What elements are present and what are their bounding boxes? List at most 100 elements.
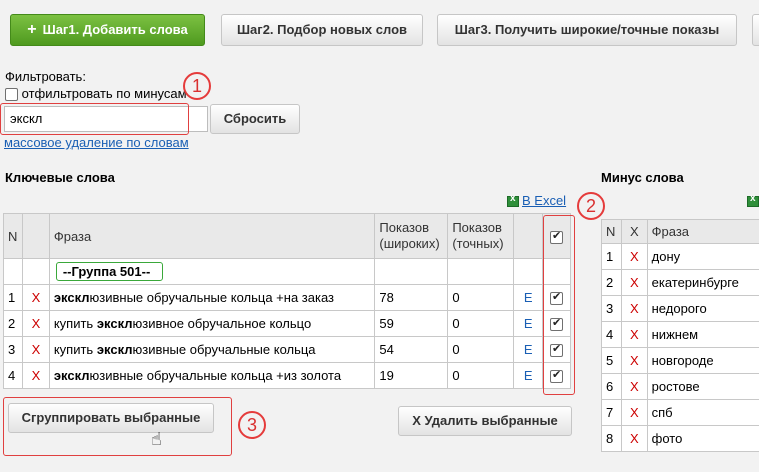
phrase-rest: юзивные обручальные кольца +из золота [89, 368, 342, 383]
keywords-table: N Фраза Показов (широких) Показов (точных)… [3, 213, 571, 389]
filter-input-highlight [0, 103, 189, 135]
filter-label: Фильтровать: [5, 69, 86, 84]
group-row: --Группа 501-- [3, 258, 571, 285]
next-step-button[interactable] [752, 14, 759, 46]
minus-row-number: 1 [601, 243, 622, 270]
delete-selected-button[interactable]: X Удалить выбранные [398, 406, 572, 436]
reset-button[interactable]: Сбросить [210, 104, 300, 134]
phrase-match: экскл [96, 316, 133, 331]
edit-button[interactable]: E [513, 336, 544, 363]
minus-phrase: новгороде [646, 347, 759, 374]
row-number: 1 [3, 284, 23, 311]
minus-row: 3 Xнедорого [601, 295, 759, 322]
minus-title: Минус слова [601, 170, 684, 185]
minus-phrase: недорого [646, 295, 759, 322]
group-button-highlight [3, 397, 232, 456]
minus-row-number: 8 [601, 425, 622, 452]
plus-icon: + [27, 21, 37, 38]
minus-row-number: 6 [601, 373, 622, 400]
minus-row: 1 Xдону [601, 243, 759, 270]
exact-impressions: 0 [447, 310, 515, 337]
minus-phrase: фото [646, 425, 759, 452]
exact-impressions: 0 [447, 284, 515, 311]
col-broad: Показов (широких) [374, 213, 449, 259]
step2-select-words-button[interactable]: Шаг2. Подбор новых слов [221, 14, 423, 46]
keyword-row: 1 Xэксклюзивные обручальные кольца +на за… [3, 284, 571, 311]
edit-button[interactable]: E [513, 310, 544, 337]
minus-delete-x-button[interactable]: X [620, 321, 648, 348]
broad-impressions: 54 [374, 336, 449, 363]
minus-row: 2 Xекатеринбурге [601, 269, 759, 296]
step3-get-impressions-button[interactable]: Шаг3. Получить широкие/точные показы [437, 14, 737, 46]
excel-export-link[interactable]: В Excel [507, 193, 566, 208]
keyword-row: 3 Xкупить эксклюзивные обручальные кольца… [3, 336, 571, 363]
edit-button[interactable]: E [513, 284, 544, 311]
minus-row-number: 2 [601, 269, 622, 296]
minus-filter-label: отфильтровать по минусам [21, 86, 187, 101]
minus-filter-checkbox[interactable] [5, 88, 18, 102]
minus-filter-row: отфильтровать по минусам [5, 86, 187, 102]
delete-x-button[interactable]: X [21, 284, 50, 311]
minus-phrase: дону [646, 243, 759, 270]
minus-delete-x-button[interactable]: X [620, 399, 648, 426]
minus-delete-x-button[interactable]: X [620, 295, 648, 322]
minus-table: N X Фраза 1 Xдону 2 Xекатеринбурге 3 Xнедорог… [601, 219, 759, 452]
col-edit [513, 213, 544, 259]
phrase-prefix: купить [53, 342, 97, 357]
phrase-match: экскл [96, 342, 133, 357]
minus-row: 4 Xнижнем [601, 321, 759, 348]
edit-button[interactable]: E [513, 362, 544, 389]
group-label: --Группа 501-- [55, 262, 164, 281]
exact-impressions: 0 [447, 362, 515, 389]
exact-impressions: 0 [447, 336, 515, 363]
keyword-row: 4 Xэксклюзивные обручальные кольца +из зо… [3, 362, 571, 389]
callout-3: 3 [238, 411, 266, 439]
minus-excel-icon[interactable] [747, 193, 759, 207]
minus-row: 7 Xспб [601, 399, 759, 426]
step1-add-words-button[interactable]: + Шаг1. Добавить слова [10, 14, 205, 46]
minus-row: 5 Xновгороде [601, 347, 759, 374]
phrase-cell: эксклюзивные обручальные кольца +на зака… [48, 284, 376, 311]
phrase-match: экскл [53, 290, 90, 305]
phrase-cell: купить эксклюзивные обручальные кольца [48, 336, 376, 363]
phrase-rest: юзивные обручальные кольца [132, 342, 316, 357]
minus-delete-x-button[interactable]: X [620, 243, 648, 270]
row-number: 4 [3, 362, 23, 389]
minus-row-number: 7 [601, 399, 622, 426]
col-n: N [3, 213, 23, 259]
col-phrase: Фраза [48, 213, 376, 259]
row-number: 2 [3, 310, 23, 337]
minus-phrase: екатеринбурге [646, 269, 759, 296]
minus-delete-x-button[interactable]: X [620, 425, 648, 452]
broad-impressions: 78 [374, 284, 449, 311]
hand-cursor-icon: ☝ [151, 429, 162, 449]
phrase-cell: купить эксклюзивное обручальное кольцо [48, 310, 376, 337]
minus-delete-x-button[interactable]: X [620, 347, 648, 374]
col-exact: Показов (точных) [447, 213, 515, 259]
col-delete [21, 213, 50, 259]
delete-x-button[interactable]: X [21, 310, 50, 337]
minus-row-number: 5 [601, 347, 622, 374]
delete-x-button[interactable]: X [21, 336, 50, 363]
broad-impressions: 59 [374, 310, 449, 337]
broad-impressions: 19 [374, 362, 449, 389]
delete-x-button[interactable]: X [21, 362, 50, 389]
minus-delete-x-button[interactable]: X [620, 269, 648, 296]
minus-col-n: N [601, 219, 622, 244]
phrase-rest: юзивные обручальные кольца +на заказ [89, 290, 334, 305]
phrase-cell: эксклюзивные обручальные кольца +из золо… [48, 362, 376, 389]
minus-phrase: ростове [646, 373, 759, 400]
phrase-prefix: купить [53, 316, 97, 331]
callout-2: 2 [577, 192, 605, 220]
mass-delete-link[interactable]: массовое удаление по словам [4, 135, 189, 150]
minus-row: 8 Xфото [601, 425, 759, 452]
row-number: 3 [3, 336, 23, 363]
minus-row: 6 Xростове [601, 373, 759, 400]
minus-row-number: 3 [601, 295, 622, 322]
callout-1: 1 [183, 72, 211, 100]
minus-row-number: 4 [601, 321, 622, 348]
minus-phrase: спб [646, 399, 759, 426]
phrase-rest: юзивное обручальное кольцо [132, 316, 312, 331]
minus-delete-x-button[interactable]: X [620, 373, 648, 400]
minus-phrase: нижнем [646, 321, 759, 348]
